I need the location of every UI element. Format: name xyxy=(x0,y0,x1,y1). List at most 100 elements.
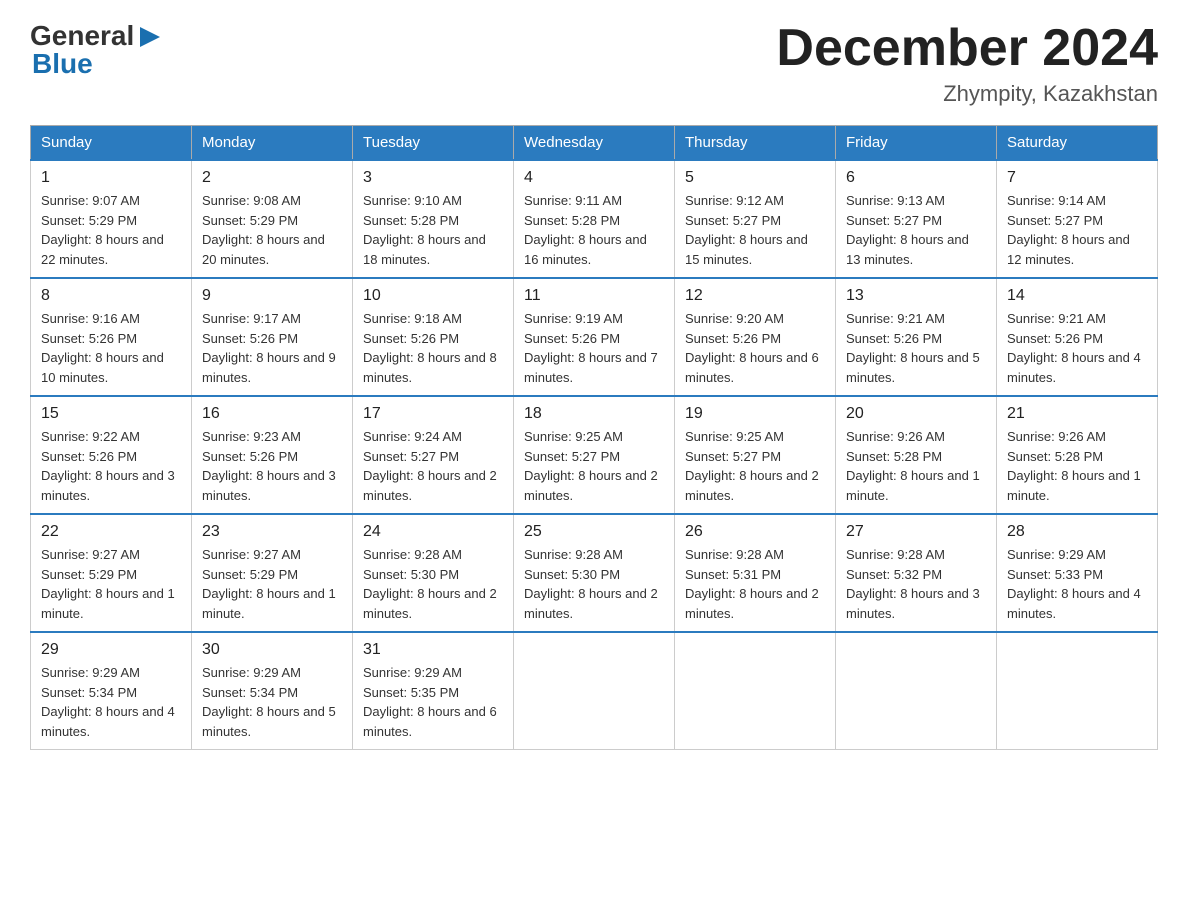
day-info: Sunrise: 9:24 AMSunset: 5:27 PMDaylight:… xyxy=(363,427,503,505)
calendar-cell: 31 Sunrise: 9:29 AMSunset: 5:35 PMDaylig… xyxy=(353,632,514,750)
day-info: Sunrise: 9:25 AMSunset: 5:27 PMDaylight:… xyxy=(524,427,664,505)
day-number: 23 xyxy=(202,523,342,541)
day-number: 8 xyxy=(41,287,181,305)
day-info: Sunrise: 9:19 AMSunset: 5:26 PMDaylight:… xyxy=(524,309,664,387)
day-info: Sunrise: 9:21 AMSunset: 5:26 PMDaylight:… xyxy=(846,309,986,387)
calendar-cell xyxy=(997,632,1158,750)
day-header-tuesday: Tuesday xyxy=(353,126,514,161)
day-header-saturday: Saturday xyxy=(997,126,1158,161)
calendar-cell: 3 Sunrise: 9:10 AMSunset: 5:28 PMDayligh… xyxy=(353,160,514,278)
day-info: Sunrise: 9:07 AMSunset: 5:29 PMDaylight:… xyxy=(41,191,181,269)
calendar-cell: 16 Sunrise: 9:23 AMSunset: 5:26 PMDaylig… xyxy=(192,396,353,514)
day-number: 22 xyxy=(41,523,181,541)
day-info: Sunrise: 9:28 AMSunset: 5:31 PMDaylight:… xyxy=(685,545,825,623)
day-number: 20 xyxy=(846,405,986,423)
calendar-body: 1 Sunrise: 9:07 AMSunset: 5:29 PMDayligh… xyxy=(31,160,1158,750)
day-number: 29 xyxy=(41,641,181,659)
page-header: General Blue December 2024 Zhympity, Kaz… xyxy=(30,20,1158,107)
calendar-cell: 12 Sunrise: 9:20 AMSunset: 5:26 PMDaylig… xyxy=(675,278,836,396)
days-of-week-row: SundayMondayTuesdayWednesdayThursdayFrid… xyxy=(31,126,1158,161)
calendar-cell: 25 Sunrise: 9:28 AMSunset: 5:30 PMDaylig… xyxy=(514,514,675,632)
day-header-monday: Monday xyxy=(192,126,353,161)
calendar-cell: 21 Sunrise: 9:26 AMSunset: 5:28 PMDaylig… xyxy=(997,396,1158,514)
day-info: Sunrise: 9:29 AMSunset: 5:35 PMDaylight:… xyxy=(363,663,503,741)
day-info: Sunrise: 9:10 AMSunset: 5:28 PMDaylight:… xyxy=(363,191,503,269)
day-info: Sunrise: 9:12 AMSunset: 5:27 PMDaylight:… xyxy=(685,191,825,269)
calendar-cell xyxy=(675,632,836,750)
day-info: Sunrise: 9:29 AMSunset: 5:33 PMDaylight:… xyxy=(1007,545,1147,623)
day-number: 12 xyxy=(685,287,825,305)
day-number: 14 xyxy=(1007,287,1147,305)
day-number: 3 xyxy=(363,169,503,187)
day-number: 2 xyxy=(202,169,342,187)
day-number: 24 xyxy=(363,523,503,541)
calendar-cell: 4 Sunrise: 9:11 AMSunset: 5:28 PMDayligh… xyxy=(514,160,675,278)
day-number: 5 xyxy=(685,169,825,187)
day-number: 25 xyxy=(524,523,664,541)
calendar-table: SundayMondayTuesdayWednesdayThursdayFrid… xyxy=(30,125,1158,750)
day-info: Sunrise: 9:11 AMSunset: 5:28 PMDaylight:… xyxy=(524,191,664,269)
day-header-wednesday: Wednesday xyxy=(514,126,675,161)
calendar-cell: 7 Sunrise: 9:14 AMSunset: 5:27 PMDayligh… xyxy=(997,160,1158,278)
day-info: Sunrise: 9:29 AMSunset: 5:34 PMDaylight:… xyxy=(41,663,181,741)
week-row-5: 29 Sunrise: 9:29 AMSunset: 5:34 PMDaylig… xyxy=(31,632,1158,750)
day-number: 15 xyxy=(41,405,181,423)
calendar-cell: 8 Sunrise: 9:16 AMSunset: 5:26 PMDayligh… xyxy=(31,278,192,396)
day-info: Sunrise: 9:26 AMSunset: 5:28 PMDaylight:… xyxy=(846,427,986,505)
day-number: 4 xyxy=(524,169,664,187)
day-number: 13 xyxy=(846,287,986,305)
logo: General Blue xyxy=(30,20,164,80)
day-number: 16 xyxy=(202,405,342,423)
logo-arrow-icon xyxy=(136,23,164,51)
day-number: 28 xyxy=(1007,523,1147,541)
day-header-friday: Friday xyxy=(836,126,997,161)
day-info: Sunrise: 9:26 AMSunset: 5:28 PMDaylight:… xyxy=(1007,427,1147,505)
day-number: 26 xyxy=(685,523,825,541)
calendar-cell: 24 Sunrise: 9:28 AMSunset: 5:30 PMDaylig… xyxy=(353,514,514,632)
day-header-sunday: Sunday xyxy=(31,126,192,161)
day-number: 31 xyxy=(363,641,503,659)
day-info: Sunrise: 9:28 AMSunset: 5:32 PMDaylight:… xyxy=(846,545,986,623)
calendar-cell: 13 Sunrise: 9:21 AMSunset: 5:26 PMDaylig… xyxy=(836,278,997,396)
calendar-cell: 29 Sunrise: 9:29 AMSunset: 5:34 PMDaylig… xyxy=(31,632,192,750)
day-info: Sunrise: 9:25 AMSunset: 5:27 PMDaylight:… xyxy=(685,427,825,505)
day-info: Sunrise: 9:08 AMSunset: 5:29 PMDaylight:… xyxy=(202,191,342,269)
day-header-thursday: Thursday xyxy=(675,126,836,161)
calendar-cell: 10 Sunrise: 9:18 AMSunset: 5:26 PMDaylig… xyxy=(353,278,514,396)
day-info: Sunrise: 9:27 AMSunset: 5:29 PMDaylight:… xyxy=(202,545,342,623)
day-number: 27 xyxy=(846,523,986,541)
day-number: 9 xyxy=(202,287,342,305)
day-info: Sunrise: 9:29 AMSunset: 5:34 PMDaylight:… xyxy=(202,663,342,741)
day-info: Sunrise: 9:14 AMSunset: 5:27 PMDaylight:… xyxy=(1007,191,1147,269)
day-number: 6 xyxy=(846,169,986,187)
day-info: Sunrise: 9:27 AMSunset: 5:29 PMDaylight:… xyxy=(41,545,181,623)
day-info: Sunrise: 9:23 AMSunset: 5:26 PMDaylight:… xyxy=(202,427,342,505)
calendar-cell: 17 Sunrise: 9:24 AMSunset: 5:27 PMDaylig… xyxy=(353,396,514,514)
week-row-1: 1 Sunrise: 9:07 AMSunset: 5:29 PMDayligh… xyxy=(31,160,1158,278)
calendar-cell: 18 Sunrise: 9:25 AMSunset: 5:27 PMDaylig… xyxy=(514,396,675,514)
calendar-cell: 1 Sunrise: 9:07 AMSunset: 5:29 PMDayligh… xyxy=(31,160,192,278)
day-number: 21 xyxy=(1007,405,1147,423)
calendar-header: SundayMondayTuesdayWednesdayThursdayFrid… xyxy=(31,126,1158,161)
calendar-cell: 26 Sunrise: 9:28 AMSunset: 5:31 PMDaylig… xyxy=(675,514,836,632)
day-info: Sunrise: 9:16 AMSunset: 5:26 PMDaylight:… xyxy=(41,309,181,387)
calendar-cell: 27 Sunrise: 9:28 AMSunset: 5:32 PMDaylig… xyxy=(836,514,997,632)
day-number: 17 xyxy=(363,405,503,423)
month-title: December 2024 xyxy=(776,20,1158,77)
calendar-cell: 6 Sunrise: 9:13 AMSunset: 5:27 PMDayligh… xyxy=(836,160,997,278)
day-info: Sunrise: 9:21 AMSunset: 5:26 PMDaylight:… xyxy=(1007,309,1147,387)
calendar-cell: 23 Sunrise: 9:27 AMSunset: 5:29 PMDaylig… xyxy=(192,514,353,632)
day-info: Sunrise: 9:20 AMSunset: 5:26 PMDaylight:… xyxy=(685,309,825,387)
day-info: Sunrise: 9:28 AMSunset: 5:30 PMDaylight:… xyxy=(524,545,664,623)
logo-text-blue: Blue xyxy=(32,48,93,80)
calendar-cell: 19 Sunrise: 9:25 AMSunset: 5:27 PMDaylig… xyxy=(675,396,836,514)
week-row-3: 15 Sunrise: 9:22 AMSunset: 5:26 PMDaylig… xyxy=(31,396,1158,514)
day-info: Sunrise: 9:18 AMSunset: 5:26 PMDaylight:… xyxy=(363,309,503,387)
day-info: Sunrise: 9:13 AMSunset: 5:27 PMDaylight:… xyxy=(846,191,986,269)
calendar-cell: 22 Sunrise: 9:27 AMSunset: 5:29 PMDaylig… xyxy=(31,514,192,632)
day-info: Sunrise: 9:17 AMSunset: 5:26 PMDaylight:… xyxy=(202,309,342,387)
day-number: 7 xyxy=(1007,169,1147,187)
day-number: 19 xyxy=(685,405,825,423)
calendar-cell: 11 Sunrise: 9:19 AMSunset: 5:26 PMDaylig… xyxy=(514,278,675,396)
calendar-cell: 20 Sunrise: 9:26 AMSunset: 5:28 PMDaylig… xyxy=(836,396,997,514)
